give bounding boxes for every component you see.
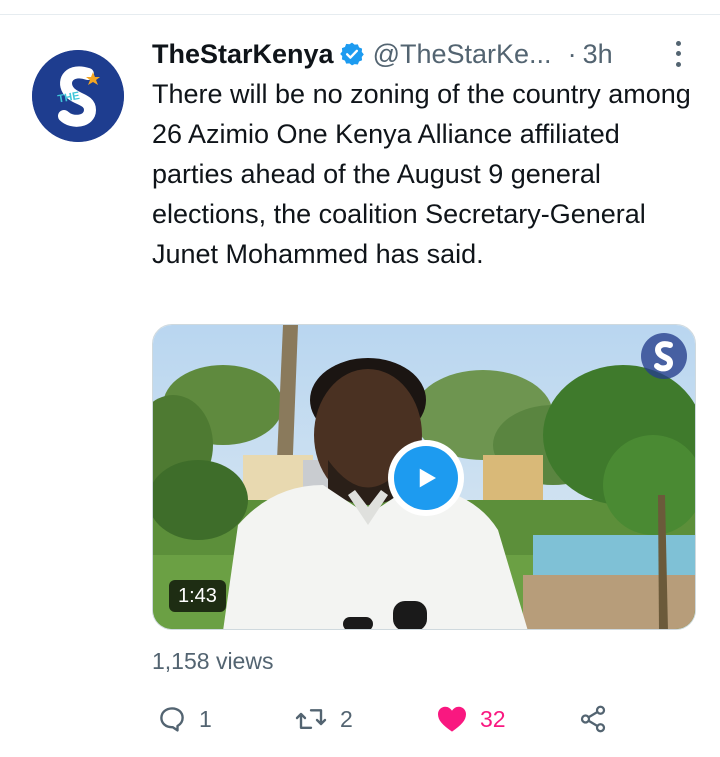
top-divider	[0, 14, 720, 15]
tweet-actions: 1 2 32	[152, 698, 632, 740]
star-logo-icon: THE	[32, 50, 124, 142]
profile-avatar[interactable]: THE	[32, 50, 124, 142]
heart-icon	[438, 706, 466, 732]
handle[interactable]: @TheStarKe...	[373, 39, 552, 70]
play-button[interactable]	[388, 440, 464, 516]
video-duration: 1:43	[169, 580, 226, 612]
reply-icon	[160, 707, 184, 732]
retweet-icon	[295, 709, 327, 729]
reply-count: 1	[199, 705, 212, 732]
play-icon	[394, 446, 458, 510]
timestamp[interactable]: 3h	[583, 39, 613, 70]
retweet-button[interactable]: 2	[294, 698, 353, 740]
video-player[interactable]: 1:43	[152, 324, 696, 630]
like-count: 32	[480, 705, 506, 732]
like-button[interactable]: 32	[436, 698, 506, 740]
tweet-header: TheStarKenya @TheStarKe... · 3h	[152, 34, 697, 74]
share-icon	[580, 705, 606, 733]
retweet-count: 2	[340, 705, 353, 732]
separator-dot: ·	[567, 38, 577, 69]
share-button[interactable]	[578, 698, 608, 740]
display-name[interactable]: TheStarKenya	[152, 39, 334, 70]
watermark-logo-icon	[641, 333, 687, 379]
verified-badge-icon	[339, 42, 364, 66]
view-count: 1,158 views	[152, 648, 274, 674]
more-options-icon[interactable]	[671, 38, 685, 70]
reply-button[interactable]: 1	[157, 698, 212, 740]
tweet-text: There will be no zoning of the country a…	[152, 79, 691, 269]
